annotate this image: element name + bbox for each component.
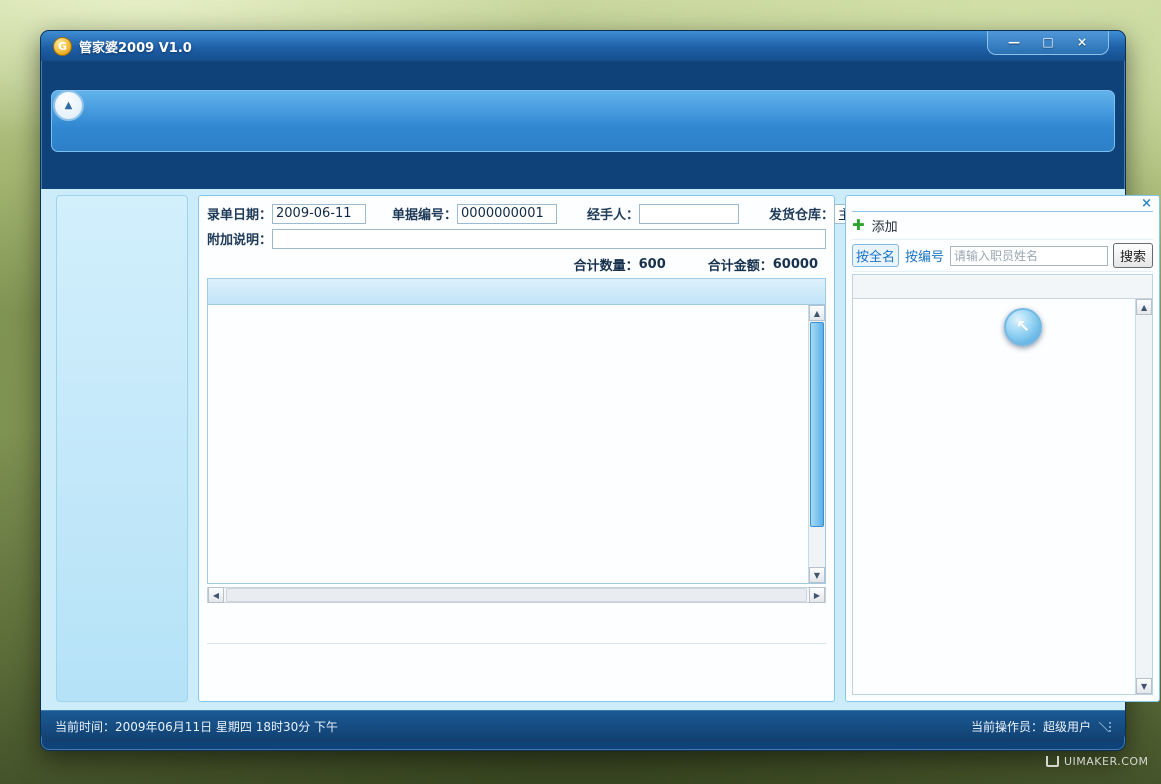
maximize-button[interactable]: □ bbox=[1032, 32, 1064, 53]
employee-grid: ▲ ▼ bbox=[852, 274, 1153, 695]
minimize-button[interactable]: — bbox=[998, 32, 1030, 53]
items-grid: ▲ ▼ bbox=[207, 278, 826, 584]
search-row: 按全名 按编号 搜索 bbox=[852, 240, 1153, 272]
scroll-up-icon[interactable]: ▲ bbox=[809, 305, 825, 321]
app-logo-icon: G bbox=[53, 37, 72, 56]
scroll-thumb[interactable] bbox=[810, 322, 824, 527]
total-amt-label: 合计金额： bbox=[708, 255, 773, 274]
watermark: UIMAKER.COM bbox=[1046, 755, 1149, 768]
toolbar bbox=[51, 90, 1115, 152]
doc-no-label: 单据编号： bbox=[392, 204, 457, 223]
total-qty-value: 600 bbox=[639, 257, 666, 272]
totals-row: 合计数量： 600 合计金额： 60000 bbox=[207, 251, 826, 278]
form-row-2: 附加说明： bbox=[207, 226, 826, 251]
close-button[interactable]: × bbox=[1066, 32, 1098, 53]
filter-by-name-toggle[interactable]: 按全名 bbox=[852, 244, 899, 267]
status-bar: 当前时间：2009年06月11日 星期四 18时30分 下午 当前操作员：超级用… bbox=[41, 710, 1125, 742]
scroll-left-icon[interactable]: ◀ bbox=[208, 587, 224, 603]
add-row[interactable]: ✚ 添加 bbox=[852, 212, 1153, 240]
collapse-toolbar-button[interactable]: ▲ bbox=[53, 90, 84, 121]
menu-bar bbox=[41, 61, 1125, 89]
note-input[interactable] bbox=[272, 229, 826, 249]
date-input[interactable] bbox=[272, 204, 366, 224]
form-row-1: 录单日期： 单据编号： 经手人： 发货仓库： bbox=[207, 201, 826, 226]
items-grid-rows bbox=[208, 305, 808, 583]
filter-by-code-toggle[interactable]: 按编号 bbox=[904, 245, 945, 266]
employee-grid-rows bbox=[853, 299, 1135, 694]
sidebar bbox=[56, 195, 188, 702]
voucher-panel: 录单日期： 单据编号： 经手人： 发货仓库： 附加说明： 合计数量： 600 合… bbox=[198, 195, 835, 702]
handler-input[interactable] bbox=[639, 204, 739, 224]
note-label: 附加说明： bbox=[207, 229, 272, 248]
cursor-icon: ↖ bbox=[1004, 308, 1042, 346]
window-controls: — □ × bbox=[987, 31, 1109, 55]
lookup-panel: × ✚ 添加 按全名 按编号 搜索 ▲ ▼ bbox=[845, 195, 1160, 702]
add-label: 添加 bbox=[872, 216, 898, 235]
items-vertical-scrollbar[interactable]: ▲ ▼ bbox=[808, 305, 825, 583]
title-bar: G 管家婆2009 V1.0 — □ × bbox=[41, 31, 1125, 61]
employee-search-input[interactable] bbox=[950, 246, 1108, 266]
panel-close-icon[interactable]: × bbox=[1141, 197, 1152, 211]
action-buttons bbox=[207, 603, 826, 644]
content-area: 录单日期： 单据编号： 经手人： 发货仓库： 附加说明： 合计数量： 600 合… bbox=[41, 189, 1125, 710]
module-tabs bbox=[41, 152, 1125, 189]
status-operator: 当前操作员：超级用户 bbox=[971, 718, 1091, 735]
warehouse-label: 发货仓库： bbox=[769, 204, 834, 223]
items-grid-header bbox=[208, 279, 825, 305]
employee-vertical-scrollbar[interactable]: ▲ ▼ bbox=[1135, 299, 1152, 694]
report-links bbox=[207, 644, 826, 696]
scroll-up-icon[interactable]: ▲ bbox=[1136, 299, 1152, 315]
window-title: 管家婆2009 V1.0 bbox=[79, 37, 192, 56]
scroll-down-icon[interactable]: ▼ bbox=[809, 567, 825, 583]
handler-label: 经手人： bbox=[587, 204, 639, 223]
app-window: G 管家婆2009 V1.0 — □ × ▲ 录单日期： 单据编号： 经手人： … bbox=[40, 30, 1126, 751]
toolbar-row: ▲ bbox=[51, 90, 1115, 152]
hscroll-thumb[interactable] bbox=[226, 588, 807, 602]
doc-no-input[interactable] bbox=[457, 204, 557, 224]
date-label: 录单日期： bbox=[207, 204, 272, 223]
scroll-down-icon[interactable]: ▼ bbox=[1136, 678, 1152, 694]
scroll-right-icon[interactable]: ▶ bbox=[809, 587, 825, 603]
employee-grid-header bbox=[853, 275, 1152, 299]
resize-grip-icon[interactable] bbox=[1099, 722, 1111, 732]
total-amt-value: 60000 bbox=[773, 257, 818, 272]
items-horizontal-scrollbar[interactable]: ◀ ▶ bbox=[207, 587, 826, 603]
add-icon: ✚ bbox=[852, 218, 865, 233]
search-button[interactable]: 搜索 bbox=[1113, 243, 1153, 268]
watermark-text: UIMAKER.COM bbox=[1064, 755, 1149, 768]
watermark-logo-icon bbox=[1046, 756, 1059, 767]
status-time: 当前时间：2009年06月11日 星期四 18时30分 下午 bbox=[55, 718, 338, 735]
total-qty-label: 合计数量： bbox=[574, 255, 639, 274]
